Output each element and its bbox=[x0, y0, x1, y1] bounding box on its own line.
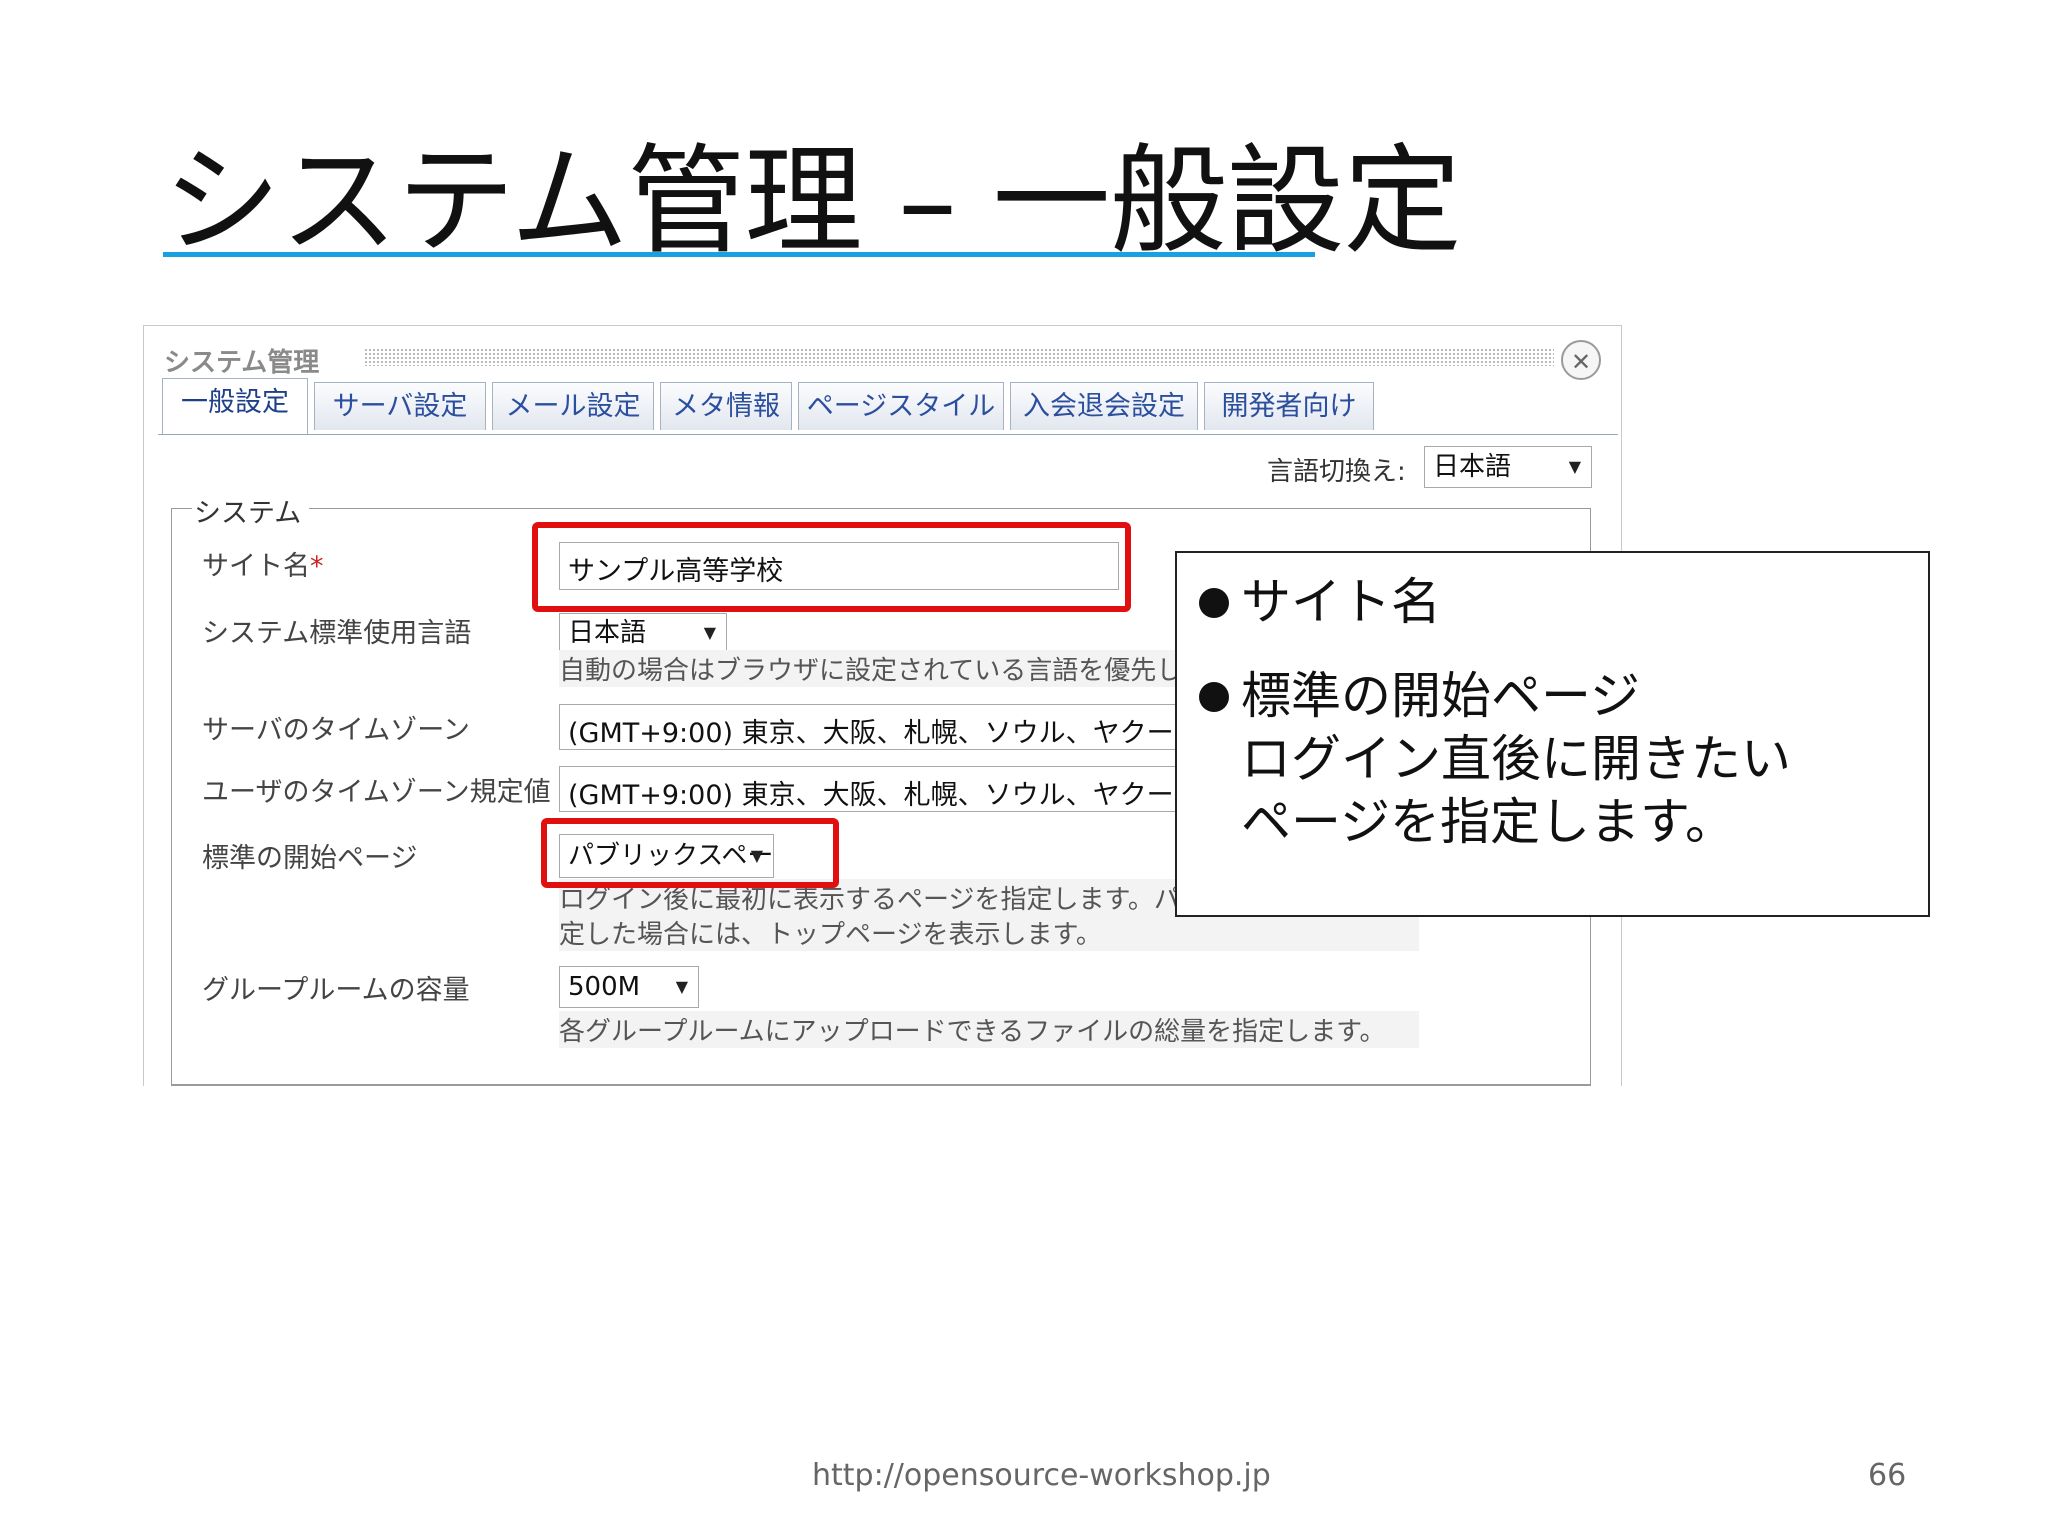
bullet-icon bbox=[1199, 588, 1229, 618]
server-timezone-label: サーバのタイムゾーン bbox=[202, 715, 470, 746]
callout-line: ページを指定します。 bbox=[1241, 793, 1735, 851]
window-title: システム管理 bbox=[164, 342, 326, 379]
tab-divider bbox=[158, 434, 1618, 435]
footer-url: http://opensource-workshop.jp bbox=[812, 1458, 1271, 1493]
title-underline bbox=[163, 252, 1315, 257]
tab-server[interactable]: サーバ設定 bbox=[314, 382, 486, 430]
group-room-capacity-help: 各グループルームにアップロードできるファイルの総量を指定します。 bbox=[559, 1011, 1419, 1048]
start-page-label: 標準の開始ページ bbox=[202, 843, 418, 874]
tab-developer[interactable]: 開発者向け bbox=[1204, 382, 1374, 430]
tab-meta[interactable]: メタ情報 bbox=[660, 382, 792, 430]
start-page-highlight bbox=[541, 818, 839, 888]
chevron-down-icon: ▼ bbox=[1568, 457, 1581, 476]
server-timezone-select[interactable]: (GMT+9:00) 東京、大阪、札幌、ソウル、ヤクーツク bbox=[559, 704, 1179, 750]
callout-item-start-page: 標準の開始ページ ログイン直後に開きたい ページを指定します。 bbox=[1199, 665, 1791, 854]
user-timezone-label: ユーザのタイムゾーン規定値 bbox=[202, 777, 551, 808]
language-switch-select[interactable]: 日本語 ▼ bbox=[1424, 446, 1592, 488]
page-number: 66 bbox=[1868, 1458, 1907, 1493]
site-name-label: サイト名* bbox=[202, 551, 324, 582]
required-mark: * bbox=[310, 551, 324, 582]
titlebar-grip bbox=[364, 348, 1554, 366]
bullet-icon bbox=[1199, 682, 1229, 712]
user-timezone-select[interactable]: (GMT+9:00) 東京、大阪、札幌、ソウル、ヤクーツク bbox=[559, 766, 1179, 812]
tab-membership[interactable]: 入会退会設定 bbox=[1010, 382, 1198, 430]
callout-item-site-name: サイト名 bbox=[1199, 571, 1441, 634]
tab-page-style[interactable]: ページスタイル bbox=[798, 382, 1004, 430]
system-language-value: 日本語 bbox=[568, 618, 647, 648]
group-room-capacity-value: 500M bbox=[568, 972, 641, 1002]
fieldset-legend: システム bbox=[192, 491, 310, 530]
callout-line: ログイン直後に開きたい bbox=[1241, 730, 1791, 788]
chevron-down-icon: ▼ bbox=[703, 623, 716, 642]
tab-mail[interactable]: メール設定 bbox=[492, 382, 654, 430]
group-room-capacity-select[interactable]: 500M ▼ bbox=[559, 966, 699, 1008]
close-icon[interactable]: ✕ bbox=[1561, 340, 1601, 380]
start-page-help-line2: 定した場合には、トップページを表示します。 bbox=[559, 914, 1419, 951]
chevron-down-icon: ▼ bbox=[675, 977, 688, 996]
group-room-capacity-label: グループルームの容量 bbox=[202, 975, 470, 1006]
slide-title: システム管理 – 一般設定 bbox=[163, 132, 1461, 270]
language-switch-value: 日本語 bbox=[1433, 452, 1512, 482]
window-titlebar[interactable]: システム管理 bbox=[164, 340, 1554, 379]
language-switch-label: 言語切換え: bbox=[1267, 457, 1406, 487]
system-language-select[interactable]: 日本語 ▼ bbox=[559, 613, 727, 653]
site-name-highlight bbox=[532, 522, 1131, 612]
tab-general[interactable]: 一般設定 bbox=[162, 378, 308, 434]
callout-box: サイト名 標準の開始ページ ログイン直後に開きたい ページを指定します。 bbox=[1175, 551, 1930, 917]
system-language-label: システム標準使用言語 bbox=[202, 618, 472, 649]
callout-line: 標準の開始ページ bbox=[1241, 667, 1640, 725]
